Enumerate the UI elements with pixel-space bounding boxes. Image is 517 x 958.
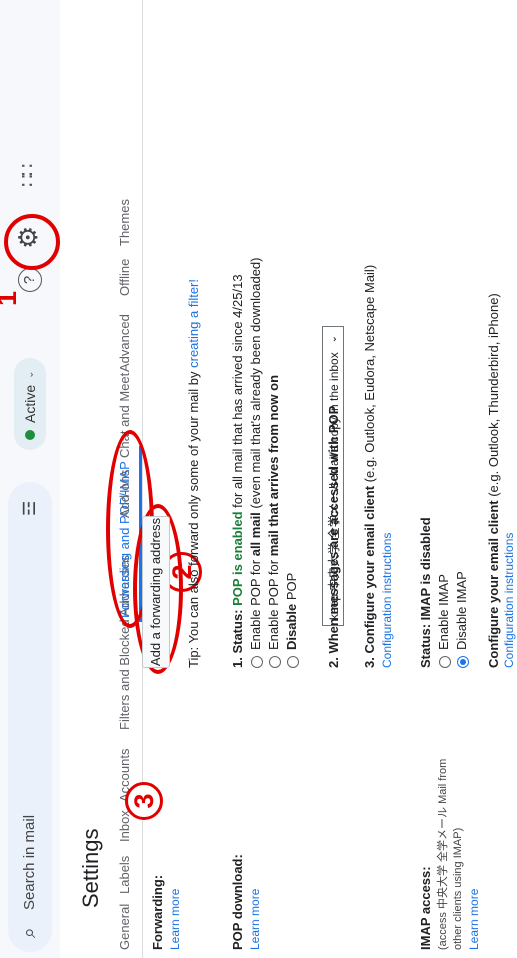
- help-icon[interactable]: ?: [18, 268, 42, 292]
- imap-disable-label: Disable IMAP: [454, 571, 469, 650]
- pop-status-value: POP is enabled: [230, 511, 245, 606]
- chevron-down-icon: ⌄: [24, 370, 36, 379]
- chevron-down-icon: ⌄: [328, 335, 339, 344]
- imap-config-instructions-link[interactable]: Configuration instructions: [502, 533, 516, 668]
- search-icon[interactable]: ⌕: [19, 927, 41, 938]
- tip-text: Tip: You can also forward only some of y…: [186, 367, 201, 669]
- tab-offline[interactable]: Offline: [117, 259, 132, 296]
- status-label: Active: [22, 384, 38, 423]
- search-input[interactable]: Search in mail: [21, 815, 38, 910]
- imap-note-line1: (access 中央大学 全学メール Mail from: [437, 758, 449, 950]
- pop-configure-suffix: (e.g. Outlook, Eudora, Netscape Mail): [362, 264, 377, 486]
- pop-option-disable-suffix: POP: [284, 572, 299, 604]
- pop-from-now-radio[interactable]: [269, 656, 281, 668]
- pop-action-value: keep 中央大学 全学メール Mail's copy in the inbox: [327, 352, 341, 620]
- tab-advanced[interactable]: Advanced: [117, 314, 132, 372]
- search-options-icon[interactable]: ☲: [20, 501, 40, 516]
- forwarding-label: Forwarding:: [150, 874, 165, 950]
- pop-option-now-bold: mail that arrives from now on: [266, 374, 281, 557]
- status-button[interactable]: Active ⌄: [14, 358, 46, 450]
- tab-labels[interactable]: Labels: [117, 856, 132, 894]
- imap-access-label: IMAP access:: [418, 866, 433, 950]
- pop-configure: 3. Configure your email client (e.g. Out…: [362, 265, 377, 668]
- pop-option-all-suffix: (even mail that's already been downloade…: [248, 257, 263, 513]
- pop-config-instructions-link[interactable]: Configuration instructions: [380, 533, 394, 668]
- create-filter-link[interactable]: creating a filter!: [186, 279, 201, 368]
- pop-status-prefix: 1. Status:: [230, 605, 245, 668]
- imap-enable-radio[interactable]: [439, 656, 451, 668]
- imap-configure-label: Configure your email client: [486, 500, 501, 668]
- pop-disable-radio[interactable]: [287, 656, 299, 668]
- imap-status: Status: IMAP is disabled: [418, 517, 433, 668]
- imap-enable-label: Enable IMAP: [436, 574, 451, 650]
- imap-configure-suffix: (e.g. Outlook, Thunderbird, iPhone): [486, 293, 501, 501]
- imap-learn-more-link[interactable]: Learn more: [467, 889, 481, 950]
- annotation-number-1: 1: [0, 291, 23, 306]
- settings-page: ⌕ Search in mail ☲ Active ⌄ ? ⚙ ∷∷ 1 Set…: [0, 0, 517, 958]
- pop-action-select[interactable]: keep 中央大学 全学メール Mail's copy in the inbox…: [322, 326, 344, 626]
- pop-status-suffix: for all mail that has arrived since 4/25…: [230, 274, 245, 512]
- pop-option-disable-bold: Disable: [284, 603, 299, 650]
- imap-note-line2: other clients using IMAP): [452, 827, 464, 950]
- pop-configure-label: 3. Configure your email client: [362, 485, 377, 668]
- add-forwarding-address-button[interactable]: Add a forwarding address: [142, 516, 170, 668]
- apps-icon[interactable]: ∷∷: [15, 166, 40, 187]
- tab-general[interactable]: General: [117, 904, 132, 950]
- imap-configure: Configure your email client (e.g. Outloo…: [486, 293, 501, 668]
- pop-option-all-prefix: Enable POP for: [248, 556, 263, 650]
- pop-option-now: Enable POP for mail that arrives from no…: [266, 375, 281, 650]
- pop-option-now-prefix: Enable POP for: [266, 556, 281, 650]
- top-bar: ⌕ Search in mail ☲ Active ⌄ ? ⚙ ∷∷: [0, 0, 60, 958]
- pop-option-all: Enable POP for all mail (even mail that'…: [248, 258, 263, 651]
- search-bar[interactable]: ⌕ Search in mail ☲: [8, 482, 52, 952]
- pop-status: 1. Status: POP is enabled for all mail t…: [230, 274, 245, 668]
- forwarding-learn-more-link[interactable]: Learn more: [168, 889, 182, 950]
- pop-option-all-bold: all mail: [248, 512, 263, 557]
- pop-option-disable: Disable POP: [284, 573, 299, 650]
- tab-themes[interactable]: Themes: [117, 199, 132, 246]
- annotation-number-3: 3: [125, 782, 163, 820]
- tab-inbox[interactable]: Inbox: [117, 810, 132, 842]
- annotation-circle-1: [4, 214, 60, 270]
- pop-download-label: POP download:: [230, 854, 245, 950]
- forwarding-tip: Tip: You can also forward only some of y…: [186, 279, 201, 668]
- pop-learn-more-link[interactable]: Learn more: [248, 889, 262, 950]
- imap-disable-radio[interactable]: [457, 656, 469, 668]
- status-dot-icon: [25, 430, 35, 440]
- page-title: Settings: [78, 828, 103, 909]
- pop-all-mail-radio[interactable]: [251, 656, 263, 668]
- imap-status-text: Status: IMAP is disabled: [418, 517, 433, 668]
